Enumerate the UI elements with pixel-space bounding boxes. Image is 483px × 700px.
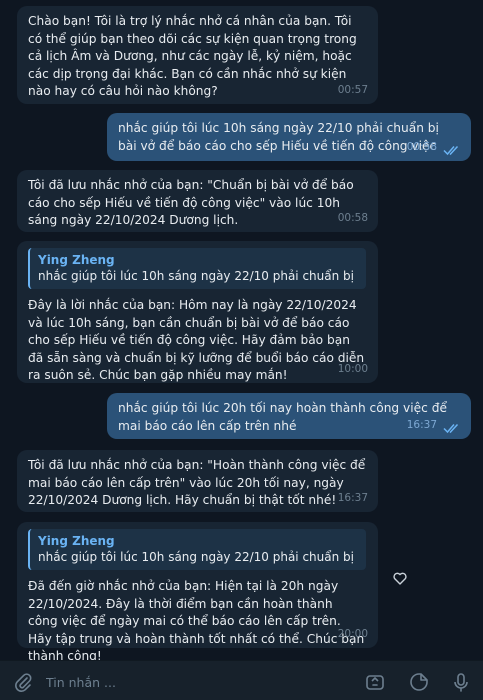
message-bubble-outgoing[interactable]: nhắc giúp tôi lúc 20h tối nay hoàn thành… [107,393,471,439]
message-bubble-incoming[interactable]: Ying Zheng nhắc giúp tôi lúc 10h sáng ng… [17,522,378,660]
heart-icon [393,572,407,585]
message-bubble-incoming[interactable]: Tôi đã lưu nhắc nhở của bạn: "Hoàn thành… [17,450,378,512]
message-time: 16:37 [406,418,437,431]
message-time: 16:37 [337,491,368,504]
message-time: 00:58 [406,140,437,153]
message-time: 20:00 [337,627,368,640]
message-text: Đây là lời nhắc của bạn: Hôm nay là ngày… [28,298,365,382]
chat-history[interactable]: Chào bạn! Tôi là trợ lý nhắc nhở cá nhân… [0,0,483,660]
reply-quote[interactable]: Ying Zheng nhắc giúp tôi lúc 10h sáng ng… [28,248,366,289]
double-check-icon [443,145,459,156]
react-button[interactable] [388,566,412,590]
message-composer [0,660,483,700]
reply-snippet: nhắc giúp tôi lúc 10h sáng ngày 22/10 ph… [38,269,358,283]
message-time: 10:00 [337,362,368,375]
message-text: Tôi đã lưu nhắc nhở của bạn: "Chuẩn bị b… [28,178,354,227]
paperclip-icon[interactable] [12,671,34,693]
sticker-icon[interactable] [408,671,430,693]
message-time: 00:57 [337,83,368,96]
microphone-icon[interactable] [450,671,472,693]
message-bubble-outgoing[interactable]: nhắc giúp tôi lúc 10h sáng ngày 22/10 ph… [107,113,471,161]
reply-quote[interactable]: Ying Zheng nhắc giúp tôi lúc 10h sáng ng… [28,529,366,570]
message-text: Chào bạn! Tôi là trợ lý nhắc nhở cá nhân… [28,14,357,98]
message-text: Tôi đã lưu nhắc nhở của bạn: "Hoàn thành… [28,458,366,507]
bot-commands-icon[interactable] [364,671,386,693]
message-input[interactable] [46,669,346,695]
message-bubble-incoming[interactable]: Ying Zheng nhắc giúp tôi lúc 10h sáng ng… [17,241,378,383]
reply-snippet: nhắc giúp tôi lúc 10h sáng ngày 22/10 ph… [38,550,358,564]
double-check-icon [443,423,459,434]
message-bubble-incoming[interactable]: Tôi đã lưu nhắc nhở của bạn: "Chuẩn bị b… [17,170,378,232]
reply-author: Ying Zheng [38,253,115,267]
message-time: 00:58 [337,211,368,224]
reply-author: Ying Zheng [38,534,115,548]
message-text: Đã đến giờ nhắc nhở của bạn: Hiện tại là… [28,579,365,660]
message-bubble-incoming[interactable]: Chào bạn! Tôi là trợ lý nhắc nhở cá nhân… [17,6,378,104]
